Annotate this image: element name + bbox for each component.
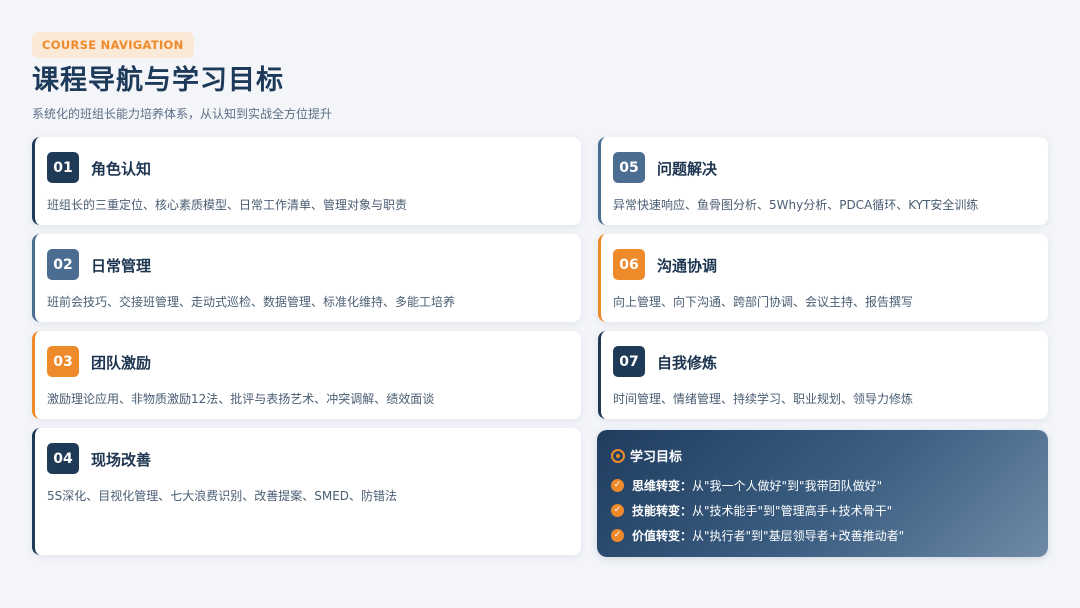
module-title: 现场改善 xyxy=(91,451,152,469)
goal-text: 从"技术能手"到"管理高手+技术骨干" xyxy=(692,504,893,518)
course-navigation-tag: COURSE NAVIGATION xyxy=(32,32,194,58)
module-number-badge: 07 xyxy=(613,346,645,377)
module-number-badge: 02 xyxy=(47,249,79,280)
page-title: 课程导航与学习目标 xyxy=(32,65,284,96)
module-title: 沟通协调 xyxy=(657,257,718,275)
module-description: 激励理论应用、非物质激励12法、批评与表扬艺术、冲突调解、绩效面谈 xyxy=(47,392,435,406)
check-circle-icon: ✓ xyxy=(611,529,624,542)
module-number-badge: 01 xyxy=(47,152,79,183)
page-subtitle: 系统化的班组长能力培养体系，从认知到实战全方位提升 xyxy=(32,107,333,121)
module-number-badge: 03 xyxy=(47,346,79,377)
module-title: 日常管理 xyxy=(91,257,152,275)
module-card-06[interactable]: 06 沟通协调 向上管理、向下沟通、跨部门协调、会议主持、报告撰写 xyxy=(598,234,1048,322)
module-title: 角色认知 xyxy=(91,160,152,178)
module-title: 自我修炼 xyxy=(657,354,718,372)
learning-goals-panel: 学习目标 ✓ 思维转变： 从"我一个人做好"到"我带团队做好" ✓ 技能转变： … xyxy=(597,430,1048,557)
module-number-badge: 06 xyxy=(613,249,645,280)
module-description: 异常快速响应、鱼骨图分析、5Why分析、PDCA循环、KYT安全训练 xyxy=(613,198,979,212)
goal-item-thinking: ✓ 思维转变： 从"我一个人做好"到"我带团队做好" xyxy=(611,477,882,494)
module-title: 团队激励 xyxy=(91,354,152,372)
learning-goals-heading: 学习目标 xyxy=(611,446,682,465)
goal-label: 价值转变： xyxy=(632,529,693,543)
module-description: 班前会技巧、交接班管理、走动式巡检、数据管理、标准化维持、多能工培养 xyxy=(47,295,456,309)
module-number-badge: 04 xyxy=(47,443,79,474)
module-description: 班组长的三重定位、核心素质模型、日常工作清单、管理对象与职责 xyxy=(47,198,408,212)
module-description: 时间管理、情绪管理、持续学习、职业规划、领导力修炼 xyxy=(613,392,914,406)
goal-text: 从"我一个人做好"到"我带团队做好" xyxy=(692,479,883,493)
goal-item-value: ✓ 价值转变： 从"执行者"到"基层领导者+改善推动者" xyxy=(611,527,904,544)
module-card-07[interactable]: 07 自我修炼 时间管理、情绪管理、持续学习、职业规划、领导力修炼 xyxy=(598,331,1048,419)
check-circle-icon: ✓ xyxy=(611,479,624,492)
check-circle-icon: ✓ xyxy=(611,504,624,517)
module-card-05[interactable]: 05 问题解决 异常快速响应、鱼骨图分析、5Why分析、PDCA循环、KYT安全… xyxy=(598,137,1048,225)
goal-item-skill: ✓ 技能转变： 从"技术能手"到"管理高手+技术骨干" xyxy=(611,502,892,519)
module-number-badge: 05 xyxy=(613,152,645,183)
goal-label: 思维转变： xyxy=(632,479,693,493)
module-card-02[interactable]: 02 日常管理 班前会技巧、交接班管理、走动式巡检、数据管理、标准化维持、多能工… xyxy=(32,234,581,322)
goal-label: 技能转变： xyxy=(632,504,693,518)
module-card-03[interactable]: 03 团队激励 激励理论应用、非物质激励12法、批评与表扬艺术、冲突调解、绩效面… xyxy=(32,331,581,419)
module-card-04[interactable]: 04 现场改善 5S深化、目视化管理、七大浪费识别、改善提案、SMED、防错法 xyxy=(32,428,581,555)
module-description: 向上管理、向下沟通、跨部门协调、会议主持、报告撰写 xyxy=(613,295,914,309)
module-card-01[interactable]: 01 角色认知 班组长的三重定位、核心素质模型、日常工作清单、管理对象与职责 xyxy=(32,137,581,225)
learning-goals-title: 学习目标 xyxy=(630,450,683,465)
goal-text: 从"执行者"到"基层领导者+改善推动者" xyxy=(692,529,905,543)
target-icon xyxy=(611,448,625,463)
module-title: 问题解决 xyxy=(657,160,718,178)
module-description: 5S深化、目视化管理、七大浪费识别、改善提案、SMED、防错法 xyxy=(47,489,398,503)
